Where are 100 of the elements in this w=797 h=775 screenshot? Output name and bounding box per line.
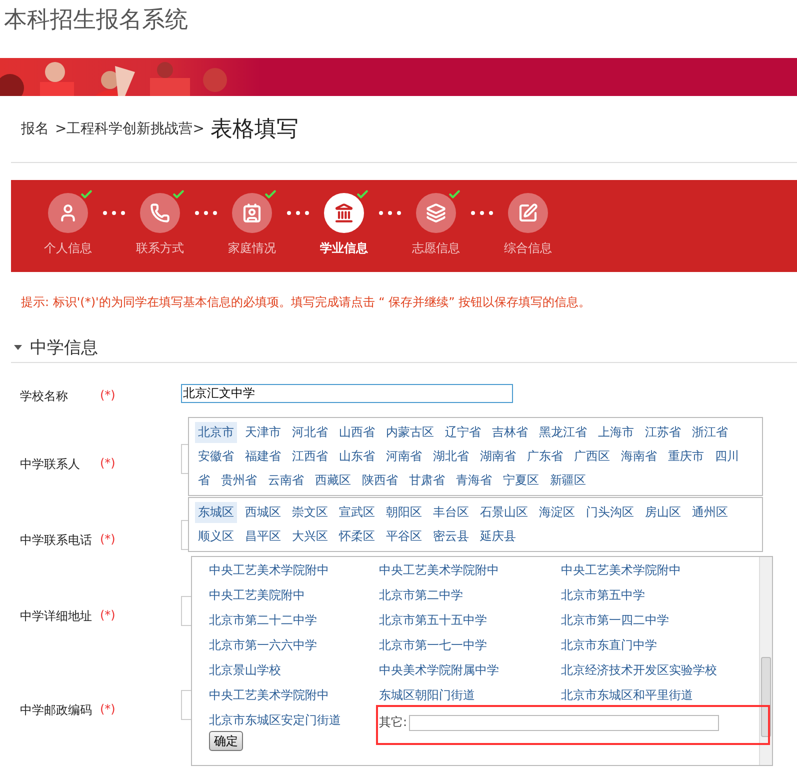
field-label: 中学邮政编码 xyxy=(20,702,93,719)
province-option[interactable]: 内蒙古区 xyxy=(383,422,437,443)
breadcrumb-link[interactable]: 报名 xyxy=(21,120,49,138)
district-option[interactable]: 顺义区 xyxy=(195,526,237,547)
confirm-button[interactable]: 确定 xyxy=(209,731,243,751)
province-option[interactable]: 四川 xyxy=(712,446,742,467)
province-option[interactable]: 天津市 xyxy=(242,422,284,443)
caret-icon[interactable] xyxy=(14,345,22,350)
province-option[interactable]: 吉林省 xyxy=(489,422,531,443)
province-option[interactable]: 河南省 xyxy=(383,446,425,467)
step-icon[interactable] xyxy=(48,193,88,233)
province-option[interactable]: 浙江省 xyxy=(689,422,731,443)
step-label[interactable]: 综合信息 xyxy=(504,240,552,257)
school-option[interactable]: 北京市东城区和平里街道 xyxy=(561,684,751,709)
province-option[interactable]: 重庆市 xyxy=(665,446,707,467)
province-option[interactable]: 湖北省 xyxy=(430,446,472,467)
province-option[interactable]: 山东省 xyxy=(336,446,378,467)
step-label[interactable]: 学业信息 xyxy=(320,240,368,257)
step-label[interactable]: 志愿信息 xyxy=(412,240,460,257)
field-label: 学校名称 xyxy=(20,388,69,405)
step-icon[interactable] xyxy=(140,193,180,233)
province-option[interactable]: 青海省 xyxy=(453,470,495,491)
province-option[interactable]: 江西省 xyxy=(289,446,331,467)
field-label: 中学联系人 xyxy=(20,456,81,473)
step-icon[interactable] xyxy=(416,193,456,233)
province-option[interactable]: 山西省 xyxy=(336,422,378,443)
field-label: 中学详细地址 xyxy=(20,608,93,625)
district-option[interactable]: 西城区 xyxy=(242,502,284,523)
district-option[interactable]: 宣武区 xyxy=(336,502,378,523)
district-option[interactable]: 崇文区 xyxy=(289,502,331,523)
province-option[interactable]: 省 xyxy=(195,470,213,491)
school-option[interactable]: 北京市第一七一中学 xyxy=(379,634,561,659)
district-option[interactable]: 昌平区 xyxy=(242,526,284,547)
required-mark: (*) xyxy=(100,607,116,622)
province-option[interactable]: 宁夏区 xyxy=(500,470,542,491)
province-option[interactable]: 北京市 xyxy=(195,422,237,443)
page-heading: 表格填写 xyxy=(210,116,298,144)
district-option[interactable]: 怀柔区 xyxy=(336,526,378,547)
province-option[interactable]: 辽宁省 xyxy=(442,422,484,443)
district-option[interactable]: 通州区 xyxy=(689,502,731,523)
province-option[interactable]: 福建省 xyxy=(242,446,284,467)
school-option[interactable]: 中央工艺美院附中 xyxy=(209,584,379,609)
school-option[interactable]: 中央工艺美术学院附中 xyxy=(561,559,751,584)
scrollbar[interactable] xyxy=(759,557,772,765)
school-option[interactable]: 北京市第一六六中学 xyxy=(209,634,379,659)
district-option[interactable]: 丰台区 xyxy=(430,502,472,523)
step-label[interactable]: 家庭情况 xyxy=(228,240,276,257)
required-mark: (*) xyxy=(100,701,116,716)
province-option[interactable]: 河北省 xyxy=(289,422,331,443)
school-option[interactable]: 北京市第五中学 xyxy=(561,584,751,609)
province-option[interactable]: 广东省 xyxy=(524,446,566,467)
district-option[interactable]: 房山区 xyxy=(642,502,684,523)
required-mark: (*) xyxy=(100,387,116,402)
district-option[interactable]: 石景山区 xyxy=(477,502,531,523)
input-field[interactable]: 北京汇文中学 xyxy=(181,384,513,403)
step-icon[interactable] xyxy=(508,193,548,233)
district-option[interactable]: 密云县 xyxy=(430,526,472,547)
province-option[interactable]: 云南省 xyxy=(265,470,307,491)
province-option[interactable]: 海南省 xyxy=(618,446,660,467)
step-label[interactable]: 个人信息 xyxy=(44,240,92,257)
school-option[interactable]: 北京市第二中学 xyxy=(379,584,561,609)
other-input[interactable] xyxy=(409,714,720,730)
school-option[interactable]: 北京市第一四二中学 xyxy=(561,609,751,634)
school-option[interactable]: 北京市东直门中学 xyxy=(561,634,751,659)
school-option[interactable]: 北京景山学校 xyxy=(209,659,379,684)
province-option[interactable]: 江苏省 xyxy=(642,422,684,443)
province-option[interactable]: 安徽省 xyxy=(195,446,237,467)
step-icon[interactable] xyxy=(324,193,364,233)
district-option[interactable]: 大兴区 xyxy=(289,526,331,547)
province-option[interactable]: 西藏区 xyxy=(312,470,354,491)
district-option[interactable]: 延庆县 xyxy=(477,526,519,547)
province-option[interactable]: 甘肃省 xyxy=(406,470,448,491)
school-option[interactable]: 中央美术学院附属中学 xyxy=(379,659,561,684)
school-option[interactable]: 北京市第五十五中学 xyxy=(379,609,561,634)
province-option[interactable]: 黑龙江省 xyxy=(536,422,590,443)
district-option[interactable]: 东城区 xyxy=(195,502,237,523)
school-option[interactable]: 中央工艺美术学院附中 xyxy=(209,559,379,584)
province-option[interactable]: 新疆区 xyxy=(547,470,589,491)
section-title: 中学信息 xyxy=(30,337,98,359)
step-icon[interactable] xyxy=(232,193,272,233)
district-option[interactable]: 平谷区 xyxy=(383,526,425,547)
province-option[interactable]: 上海市 xyxy=(595,422,637,443)
school-option[interactable]: 北京市东城区安定门街道 xyxy=(209,709,379,734)
district-option[interactable]: 门头沟区 xyxy=(583,502,637,523)
school-option[interactable]: 中央工艺美术学院附中 xyxy=(379,559,561,584)
site-title: 本科招生报名系统 xyxy=(3,6,189,35)
district-option[interactable]: 朝阳区 xyxy=(383,502,425,523)
required-mark: (*) xyxy=(100,455,116,470)
breadcrumb-link[interactable]: >工程科学创新挑战营> xyxy=(55,120,204,138)
district-option[interactable]: 海淀区 xyxy=(536,502,578,523)
province-option[interactable]: 贵州省 xyxy=(218,470,260,491)
province-option[interactable]: 广西区 xyxy=(571,446,613,467)
school-option[interactable]: 北京市第二十二中学 xyxy=(209,609,379,634)
province-option[interactable]: 湖南省 xyxy=(477,446,519,467)
school-option[interactable]: 中央工艺美术学院附中 xyxy=(209,684,379,709)
other-label: 其它: xyxy=(379,714,408,731)
school-option[interactable]: 北京经济技术开发区实验学校 xyxy=(561,659,751,684)
school-option[interactable]: 东城区朝阳门街道 xyxy=(379,684,561,709)
step-label[interactable]: 联系方式 xyxy=(136,240,184,257)
province-option[interactable]: 陕西省 xyxy=(359,470,401,491)
